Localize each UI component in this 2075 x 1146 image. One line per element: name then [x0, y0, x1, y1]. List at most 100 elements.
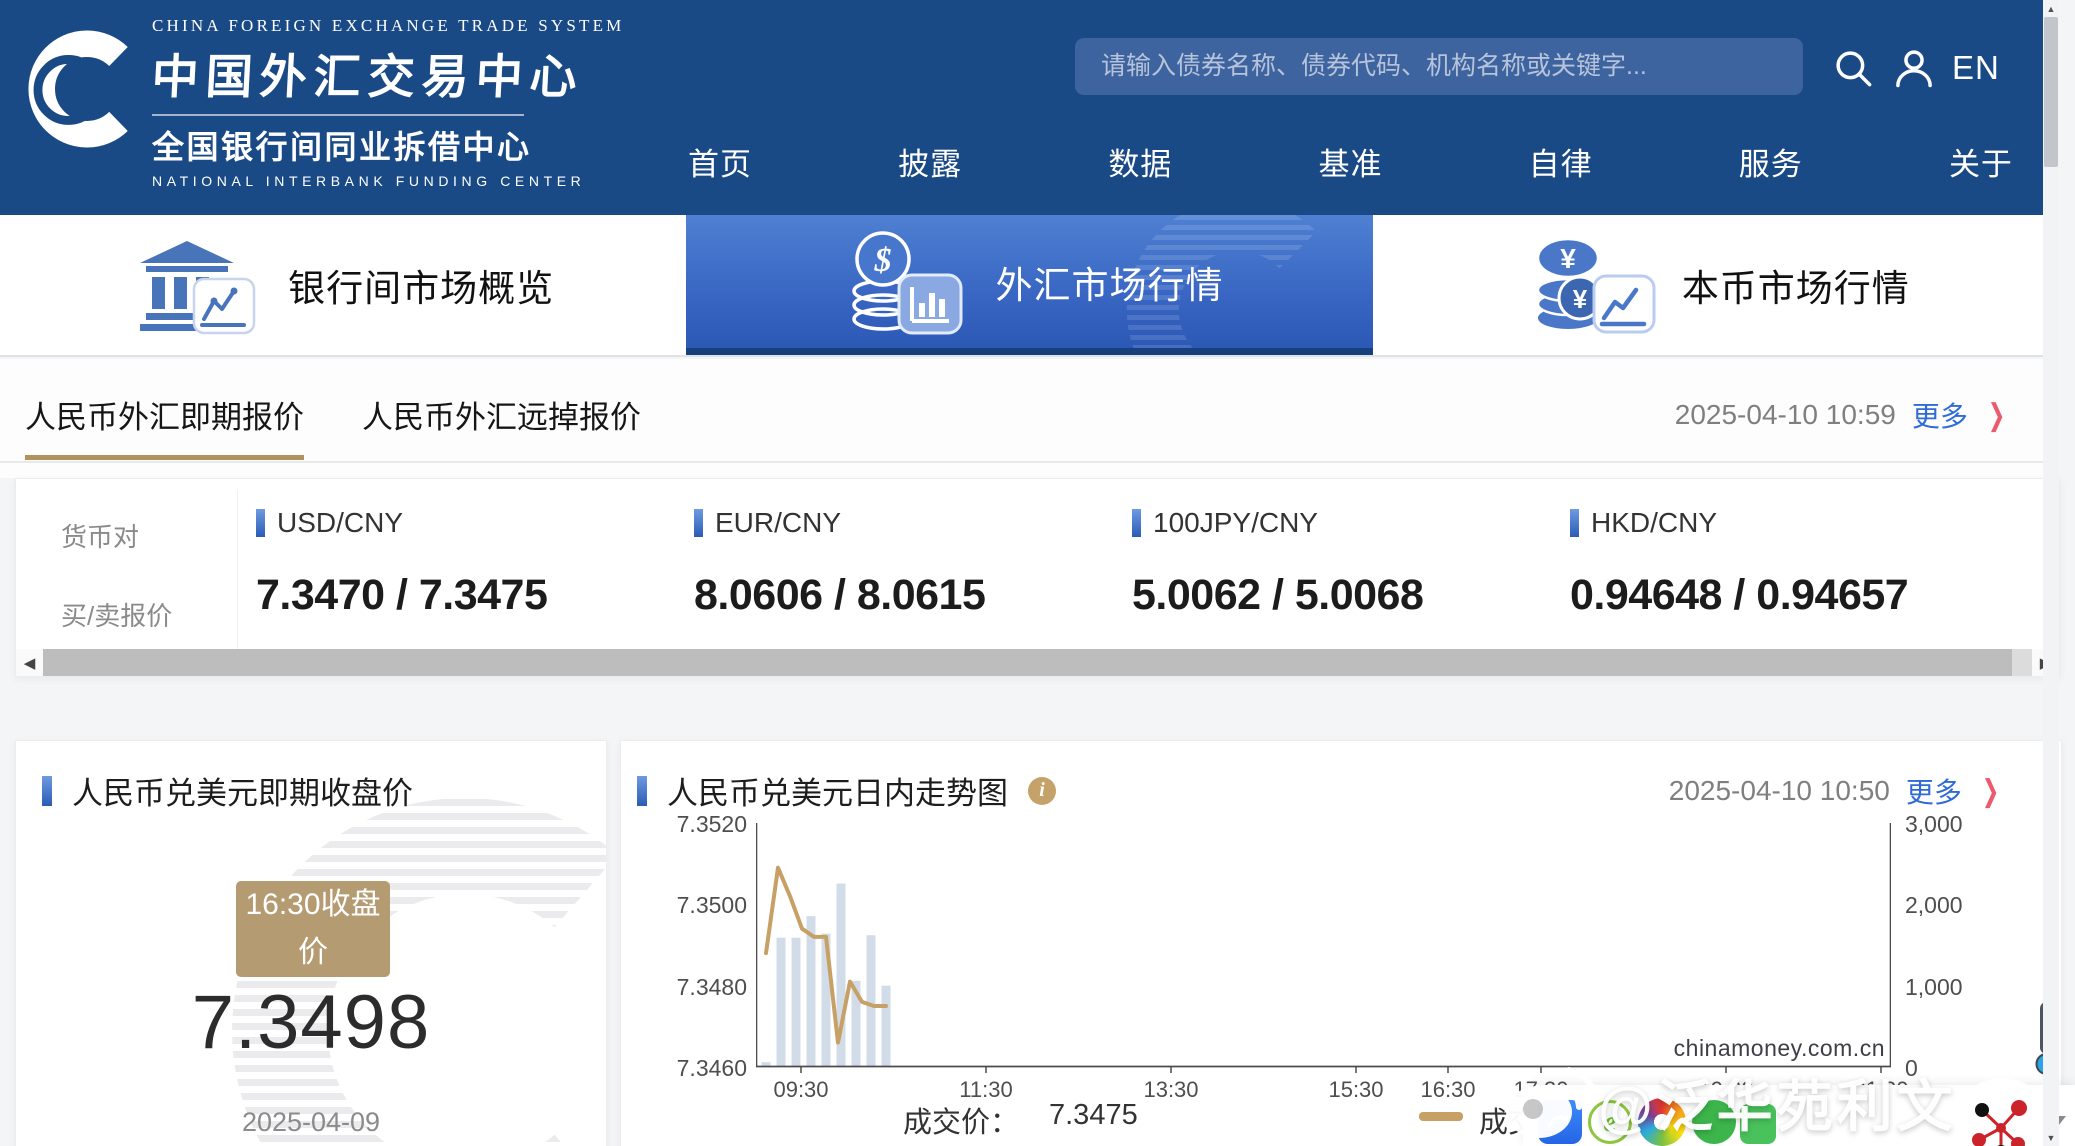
divider	[0, 461, 2059, 463]
svg-text:¥: ¥	[1573, 284, 1588, 314]
pair-name: USD/CNY	[277, 507, 403, 539]
logo-zh-calligraphy: 中国外汇交易中心	[150, 38, 626, 107]
nav-item-6[interactable]: 服务	[1739, 139, 1803, 184]
pair-col-EUR/CNY: EUR/CNY 8.0606 / 8.0615	[694, 479, 1132, 651]
nav-item-2[interactable]: 披露	[898, 139, 962, 184]
molecule-app-icon[interactable]	[1962, 1088, 2040, 1146]
chart-more-link[interactable]: 更多	[1906, 771, 1962, 811]
user-icon[interactable]	[1893, 47, 1935, 89]
page: CHINA FOREIGN EXCHANGE TRADE SYSTEM 中国外汇…	[0, 0, 2059, 1146]
quotes-section-header: 人民币外汇即期报价 人民币外汇远掉报价 2025-04-10 10:59 更多 …	[0, 359, 2059, 478]
closing-card-title: 人民币兑美元即期收盘价	[72, 768, 413, 813]
search-box[interactable]	[1075, 38, 1803, 95]
tab-label: 本币市场行情	[1682, 258, 1910, 312]
usd-cny-closing-price-card: 人民币兑美元即期收盘价 16:30收盘价 7.3498 2025-04-09	[15, 740, 607, 1146]
tab-fx-market-quotes[interactable]: $ 外汇市场行情	[686, 215, 1372, 355]
pair-name: 100JPY/CNY	[1153, 507, 1318, 539]
blue-bar-icon	[694, 509, 703, 537]
tab-interbank-market-overview[interactable]: 银行间市场概览	[0, 215, 686, 355]
blue-bar-icon	[637, 776, 647, 806]
svg-text:$: $	[874, 242, 892, 279]
volume-axis-label: 3,000	[1905, 811, 1963, 838]
scrollbar-track[interactable]	[43, 649, 2032, 676]
closing-time-badge: 16:30收盘价	[236, 881, 390, 977]
scrollbar-thumb[interactable]	[43, 649, 2012, 676]
ie-browser-icon[interactable]: e	[1588, 1100, 1632, 1144]
pair-bid-ask: 7.3470 / 7.3475	[256, 571, 694, 620]
yuan-coins-chart-icon: ¥ ¥	[1522, 230, 1656, 340]
nav-item-4[interactable]: 基准	[1318, 139, 1382, 184]
page-scrollbar[interactable]: ▲ ▼	[2043, 0, 2059, 1146]
info-icon[interactable]: i	[1028, 777, 1056, 805]
pair-bid-ask: 5.0062 / 5.0068	[1132, 571, 1570, 620]
pair-bid-ask: 0.94648 / 0.94657	[1570, 571, 2008, 620]
pinwheel-browser-icon[interactable]	[1638, 1098, 1686, 1146]
logo-en-subtitle: NATIONAL INTERBANK FUNDING CENTER	[152, 173, 624, 189]
nav-item-1[interactable]: 首页	[688, 139, 752, 184]
bid-ask-label: 买/卖报价	[61, 596, 237, 633]
pair-name: EUR/CNY	[715, 507, 841, 539]
nav-item-7[interactable]: 关于	[1949, 139, 2013, 184]
green-app-icon[interactable]	[1692, 1100, 1736, 1144]
logo-en-title: CHINA FOREIGN EXCHANGE TRADE SYSTEM	[152, 16, 624, 36]
tab-label: 银行间市场概览	[288, 258, 554, 312]
nav-item-5[interactable]: 自律	[1529, 139, 1593, 184]
tab-forward-swap-quotes[interactable]: 人民币外汇远掉报价	[362, 392, 641, 460]
logo-divider	[152, 114, 524, 116]
bank-chart-icon	[132, 233, 262, 337]
scroll-down-arrow-icon[interactable]: ▼	[2043, 1129, 2059, 1146]
scroll-left-arrow-icon[interactable]: ◀	[16, 649, 43, 676]
chart-card-title: 人民币兑美元日内走势图	[667, 768, 1008, 813]
currency-pair-label: 货币对	[61, 517, 237, 554]
quotes-more-link[interactable]: 更多	[1912, 395, 1968, 435]
quotes-tabs: 人民币外汇即期报价 人民币外汇远掉报价	[25, 392, 641, 460]
price-axis-label: 7.3460	[637, 1055, 747, 1082]
tab-local-currency-market[interactable]: ¥ ¥ 本币市场行情	[1373, 215, 2059, 355]
quotes-timestamp: 2025-04-10 10:59	[1675, 399, 1896, 431]
site-header: CHINA FOREIGN EXCHANGE TRADE SYSTEM 中国外汇…	[0, 0, 2059, 215]
dollar-coins-chart-icon: $	[835, 227, 969, 337]
nav-item-3[interactable]: 数据	[1108, 139, 1172, 184]
trade-price-value: 7.3475	[1049, 1099, 1138, 1132]
blue-bar-icon	[1132, 509, 1141, 537]
page-scrollbar-thumb[interactable]	[2044, 17, 2058, 167]
line-legend-swatch-icon	[1419, 1112, 1463, 1121]
volume-axis-label: 2,000	[1905, 892, 1963, 919]
pair-name: HKD/CNY	[1591, 507, 1717, 539]
logo-zh-subtitle: 全国银行间同业拆借中心	[152, 122, 624, 168]
fx-spot-quote-card: 货币对 买/卖报价 USD/CNY 7.3470 / 7.3475 EUR/CNY 8…	[15, 478, 2060, 677]
language-toggle[interactable]: EN	[1952, 49, 2000, 87]
search-input[interactable]	[1075, 52, 1803, 81]
pair-bid-ask: 8.0606 / 8.0615	[694, 571, 1132, 620]
search-icon[interactable]	[1832, 47, 1874, 89]
volume-axis-label: 1,000	[1905, 974, 1963, 1001]
pair-col-USD/CNY: USD/CNY 7.3470 / 7.3475	[256, 479, 694, 651]
horizontal-scrollbar[interactable]: ◀ ▶	[16, 649, 2059, 676]
pairs-row: USD/CNY 7.3470 / 7.3475 EUR/CNY 8.0606 / 8.…	[256, 479, 2059, 651]
closing-price-value: 7.3498	[16, 979, 606, 1066]
svg-text:¥: ¥	[1560, 243, 1576, 274]
market-tab-strip: 银行间市场概览 $ 外汇市场行情	[0, 215, 2059, 357]
logo-text-block: CHINA FOREIGN EXCHANGE TRADE SYSTEM 中国外汇…	[152, 16, 624, 189]
closing-price-date: 2025-04-09	[16, 1107, 606, 1138]
chart-timestamp: 2025-04-10 10:50	[1669, 775, 1890, 807]
cfets-watermark-icon	[1113, 215, 1343, 355]
chevron-right-icon[interactable]: ❯	[1982, 774, 2000, 809]
blue-bar-icon	[1570, 509, 1579, 537]
green-app-icon-2[interactable]	[1740, 1104, 1776, 1144]
chinamoney-watermark: chinamoney.com.cn	[1649, 1035, 1885, 1062]
main-nav: 首页 披露 数据 基准 自律 服务 关于	[688, 139, 2013, 184]
scroll-up-arrow-icon[interactable]: ▲	[2043, 0, 2059, 17]
blue-bar-icon	[42, 776, 52, 806]
pair-col-HKD/CNY: HKD/CNY 0.94648 / 0.94657	[1570, 479, 2008, 651]
trade-price-label: 成交价：	[903, 1099, 1019, 1141]
price-axis-label: 7.3480	[637, 974, 747, 1001]
pair-col-100JPY/CNY: 100JPY/CNY 5.0062 / 5.0068	[1132, 479, 1570, 651]
price-axis-label: 7.3520	[637, 811, 747, 838]
tab-spot-quotes[interactable]: 人民币外汇即期报价	[25, 392, 304, 460]
chevron-right-icon[interactable]: ❯	[1988, 398, 2006, 433]
doc-swirl-app-icon[interactable]	[1538, 1100, 1582, 1144]
cfets-logo-icon[interactable]	[28, 26, 146, 150]
blue-bar-icon	[256, 509, 265, 537]
price-axis-label: 7.3500	[637, 892, 747, 919]
